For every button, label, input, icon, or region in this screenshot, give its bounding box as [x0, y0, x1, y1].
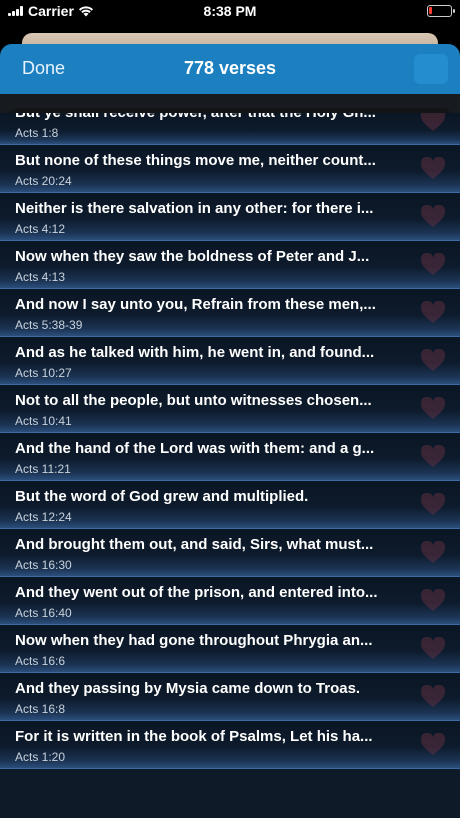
heart-icon[interactable]	[420, 113, 446, 133]
heart-icon[interactable]	[420, 685, 446, 709]
verse-row[interactable]: But ye shall receive power, after that t…	[0, 113, 460, 145]
verse-reference: Acts 1:8	[15, 126, 59, 140]
verse-text: Now when they saw the boldness of Peter …	[15, 248, 370, 265]
verse-row[interactable]: And as he talked with him, he went in, a…	[0, 337, 460, 385]
verse-text: And they went out of the prison, and ent…	[15, 584, 378, 601]
heart-icon[interactable]	[420, 157, 446, 181]
navigation-bar: Done 778 verses	[0, 44, 460, 94]
verse-text: But none of these things move me, neithe…	[15, 152, 376, 169]
heart-icon[interactable]	[420, 733, 446, 757]
verse-text: And brought them out, and said, Sirs, wh…	[15, 536, 374, 553]
verse-reference: Acts 16:8	[15, 702, 66, 716]
battery-icon	[427, 5, 455, 17]
verse-reference: Acts 12:24	[15, 510, 72, 524]
verse-row[interactable]: And the hand of the Lord was with them: …	[0, 433, 460, 481]
verse-row[interactable]: But none of these things move me, neithe…	[0, 145, 460, 193]
heart-icon[interactable]	[420, 253, 446, 277]
verse-list: But ye shall receive power, after that t…	[0, 113, 460, 769]
verse-row[interactable]: For it is written in the book of Psalms,…	[0, 721, 460, 769]
heart-icon[interactable]	[420, 445, 446, 469]
verse-reference: Acts 16:40	[15, 606, 72, 620]
page-title: 778 verses	[183, 58, 277, 78]
heart-icon[interactable]	[420, 589, 446, 613]
verse-text: But ye shall receive power, after that t…	[15, 113, 395, 121]
verse-text: But the word of God grew and multiplied.	[15, 488, 309, 505]
verse-row[interactable]: Neither is there salvation in any other:…	[0, 193, 460, 241]
verse-text: And now I say unto you, Refrain from the…	[15, 296, 376, 313]
heart-icon[interactable]	[420, 637, 446, 661]
verse-row[interactable]: And brought them out, and said, Sirs, wh…	[0, 529, 460, 577]
verse-reference: Acts 10:27	[15, 366, 72, 380]
verse-reference: Acts 16:30	[15, 558, 72, 572]
verse-text: For it is written in the book of Psalms,…	[15, 728, 373, 745]
verse-row[interactable]: Not to all the people, but unto witnesse…	[0, 385, 460, 433]
verse-reference: Acts 11:21	[15, 462, 71, 476]
verse-text: Not to all the people, but unto witnesse…	[15, 392, 372, 409]
status-bar: Carrier 8:38 PM	[0, 0, 460, 24]
verse-reference: Acts 1:20	[15, 750, 66, 764]
verse-text: And they passing by Mysia came down to T…	[15, 680, 361, 697]
status-time: 8:38 PM	[203, 3, 257, 19]
verse-row[interactable]: Now when they saw the boldness of Peter …	[0, 241, 460, 289]
verse-reference: Acts 4:13	[15, 270, 66, 284]
verse-text: Now when they had gone throughout Phrygi…	[15, 632, 373, 649]
verse-reference: Acts 5:38-39	[15, 318, 83, 332]
verse-reference: Acts 20:24	[15, 174, 72, 188]
verse-reference: Acts 4:12	[15, 222, 66, 236]
verse-row[interactable]: And they passing by Mysia came down to T…	[0, 673, 460, 721]
verse-row[interactable]: But the word of God grew and multiplied.…	[0, 481, 460, 529]
heart-icon[interactable]	[420, 205, 446, 229]
verse-row[interactable]: And now I say unto you, Refrain from the…	[0, 289, 460, 337]
heart-icon[interactable]	[420, 349, 446, 373]
verse-reference: Acts 10:41	[15, 414, 72, 428]
verse-text: And the hand of the Lord was with them: …	[15, 440, 375, 457]
verse-row[interactable]: Now when they had gone throughout Phrygi…	[0, 625, 460, 673]
heart-icon[interactable]	[420, 541, 446, 565]
heart-icon[interactable]	[420, 493, 446, 517]
verse-row[interactable]: And they went out of the prison, and ent…	[0, 577, 460, 625]
heart-icon[interactable]	[420, 397, 446, 421]
heart-icon[interactable]	[420, 301, 446, 325]
verse-text: And as he talked with him, he went in, a…	[15, 344, 375, 361]
nav-action-button[interactable]	[414, 54, 448, 84]
verse-text: Neither is there salvation in any other:…	[15, 200, 374, 217]
verse-reference: Acts 16:6	[15, 654, 66, 668]
